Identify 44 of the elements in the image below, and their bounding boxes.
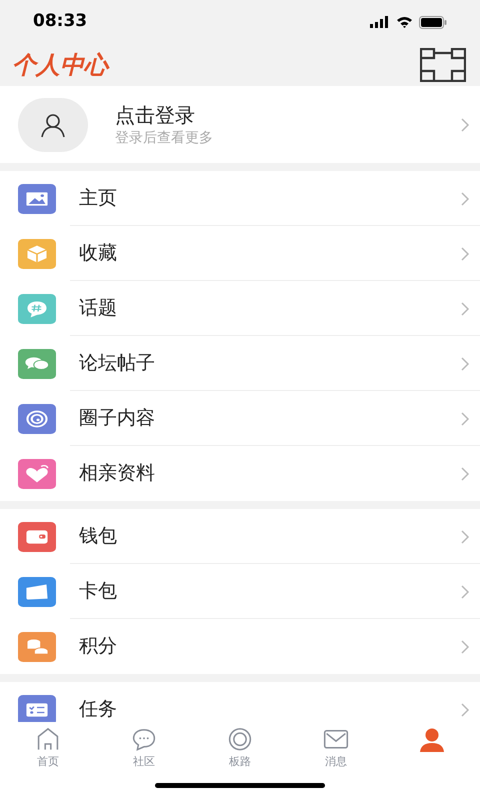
battery-icon — [419, 16, 447, 28]
chevron-icon — [460, 410, 470, 426]
chevron-icon — [460, 584, 470, 600]
menu-item[interactable]: 主页 — [0, 171, 480, 226]
signal-icon — [370, 16, 390, 28]
menu-item[interactable]: 圈子内容 — [0, 391, 480, 446]
menu-item[interactable]: 收藏 — [0, 226, 480, 281]
menu-item[interactable]: 论坛帖子 — [0, 336, 480, 391]
menu-item[interactable]: 钱包 — [0, 509, 480, 564]
chevron-icon — [460, 466, 470, 482]
chevron-icon — [460, 116, 470, 132]
menu-label: 论坛帖子 — [79, 354, 156, 373]
chevron-icon — [460, 190, 470, 206]
person-icon[interactable] — [419, 727, 445, 753]
menu-item[interactable]: 话题 — [0, 281, 480, 336]
login-title: 点击登录 — [115, 102, 196, 128]
chevron-icon — [460, 638, 470, 654]
status-time: 08:33 — [33, 10, 88, 34]
menu-item[interactable]: 卡包 — [0, 564, 480, 619]
menu-label: 收藏 — [79, 244, 118, 263]
home-icon[interactable] — [35, 727, 61, 752]
chevron-icon — [460, 356, 470, 372]
ring-icon[interactable] — [227, 727, 253, 752]
chevron-icon — [460, 702, 470, 718]
chat-icon[interactable] — [131, 727, 157, 752]
wifi-icon — [396, 16, 413, 28]
menu-label: 钱包 — [79, 527, 118, 546]
login-subtitle: 登录后查看更多 — [115, 128, 214, 148]
menu-label: 任务 — [79, 700, 118, 719]
chevron-icon — [460, 246, 470, 262]
menu-label: 积分 — [79, 637, 118, 656]
menu-item[interactable]: 相亲资料 — [0, 446, 480, 501]
login-card[interactable]: 点击登录 登录后查看更多 — [0, 86, 480, 163]
mail-icon[interactable] — [323, 727, 349, 752]
menu-label: 圈子内容 — [79, 409, 156, 428]
menu-label: 主页 — [79, 189, 118, 208]
chevron-icon — [460, 300, 470, 316]
chevron-icon — [460, 528, 470, 544]
page-title: 个人中心 — [12, 50, 108, 81]
menu-item[interactable]: 积分 — [0, 619, 480, 674]
menu-label: 话题 — [79, 299, 118, 318]
menu-label: 卡包 — [79, 582, 118, 601]
scan-icon[interactable] — [420, 48, 466, 82]
menu-label: 相亲资料 — [79, 464, 156, 483]
